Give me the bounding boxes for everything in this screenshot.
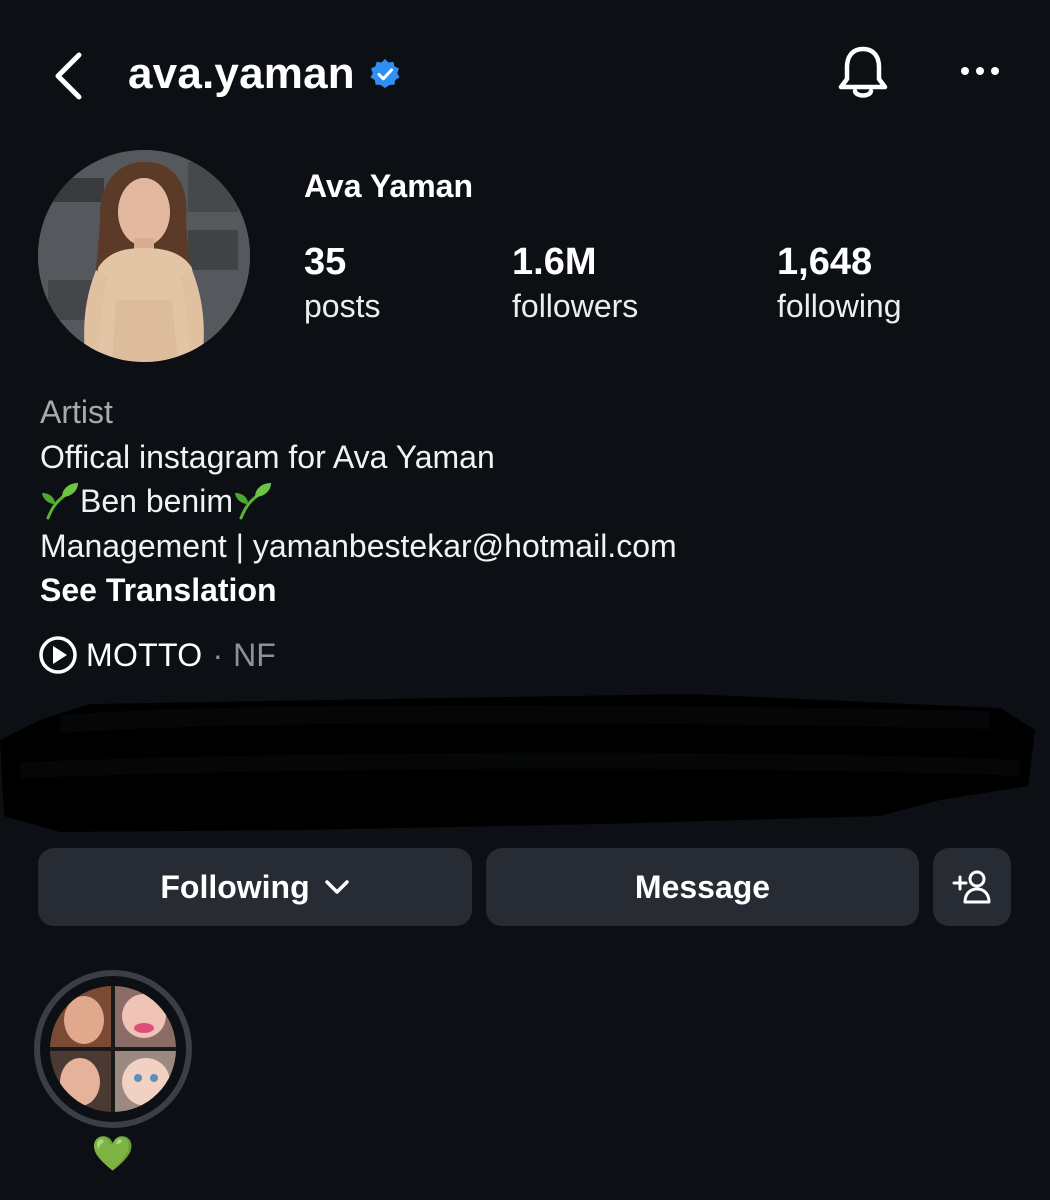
play-circle-icon [38, 635, 78, 675]
more-options-button[interactable] [950, 46, 1010, 96]
posts-label: posts [304, 288, 381, 324]
story-highlight[interactable]: 💚 [34, 970, 192, 1174]
profile-actions: Following Message [38, 848, 1012, 928]
back-button[interactable] [40, 48, 96, 104]
chevron-left-icon [51, 51, 85, 101]
more-horizontal-icon [960, 66, 1000, 76]
highlight-cover [50, 986, 176, 1112]
profile-avatar[interactable] [38, 150, 250, 362]
username: ava.yaman [128, 49, 355, 98]
following-label: following [777, 288, 902, 324]
bio-line-2-text: Ben benim [80, 483, 233, 519]
posts-count: 35 [304, 241, 347, 283]
message-button[interactable]: Message [486, 848, 919, 926]
music-separator: · [212, 636, 224, 673]
display-name: Ava Yaman [304, 168, 473, 204]
highlight-ring [34, 970, 192, 1128]
music-title: MOTTO [86, 636, 203, 673]
sprout-emoji-icon [233, 480, 273, 520]
following-button[interactable]: Following [38, 848, 472, 926]
verified-badge-icon [369, 58, 401, 90]
following-count: 1,648 [777, 241, 873, 283]
username-row: ava.yaman [128, 44, 401, 104]
message-button-label: Message [634, 868, 771, 905]
bell-icon [835, 43, 891, 103]
bio-line-1: Offical instagram for Ava Yaman [40, 438, 495, 475]
music-artist: NF [233, 636, 276, 673]
following-button-label: Following [160, 868, 310, 905]
followers-count: 1.6M [512, 241, 597, 283]
see-translation-link[interactable]: See Translation [40, 568, 1000, 613]
profile-header: ava.yaman [0, 0, 1050, 145]
add-person-icon [952, 869, 992, 905]
profile-page: ava.yaman Ava Yaman 35 posts 1.6M follow… [0, 0, 1050, 1200]
highlight-label: 💚 [91, 1135, 135, 1173]
followers-stat[interactable]: 1.6M followers [512, 240, 638, 328]
sprout-emoji-icon [40, 480, 80, 520]
bio-category: Artist [40, 394, 113, 430]
bio-line-3[interactable]: Management | yamanbestekar@hotmail.com [40, 524, 1000, 569]
posts-stat[interactable]: 35 posts [304, 240, 380, 328]
suggest-people-button[interactable] [933, 848, 1011, 926]
chevron-down-icon [324, 879, 350, 895]
notifications-button[interactable] [832, 42, 894, 104]
profile-music[interactable]: MOTTO · NF [38, 632, 276, 678]
following-stat[interactable]: 1,648 following [777, 240, 902, 328]
redacted-text [0, 690, 1040, 840]
profile-bio: Artist Offical instagram for Ava Yaman B… [40, 390, 1000, 613]
followers-label: followers [512, 288, 639, 324]
bio-line-2: Ben benim [40, 479, 1000, 524]
